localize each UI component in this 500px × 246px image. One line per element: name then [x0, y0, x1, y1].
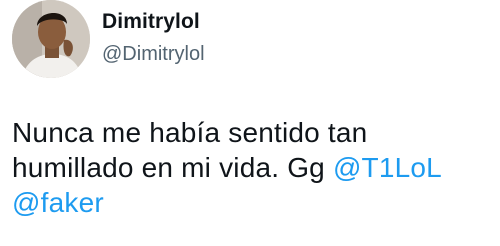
user-info: Dimitrylol @Dimitrylol: [102, 10, 205, 66]
tweet-text: Nunca me había sentido tan humillado en …: [12, 115, 492, 220]
tweet-line-2-text: humillado en mi vida. Gg: [12, 152, 333, 183]
tweet-card: Dimitrylol @Dimitrylol Nunca me había se…: [0, 0, 500, 246]
tweet-line-2: humillado en mi vida. Gg @T1LoL: [12, 150, 492, 185]
mention-link-t1lol[interactable]: @T1LoL: [333, 152, 442, 183]
user-handle[interactable]: @Dimitrylol: [102, 42, 205, 66]
profile-photo-icon: [12, 0, 90, 78]
display-name[interactable]: Dimitrylol: [102, 10, 205, 34]
tweet-line-1: Nunca me había sentido tan: [12, 117, 368, 148]
mention-link-faker[interactable]: @faker: [12, 187, 104, 218]
tweet-line-3: @faker: [12, 185, 492, 220]
avatar[interactable]: [12, 0, 90, 78]
